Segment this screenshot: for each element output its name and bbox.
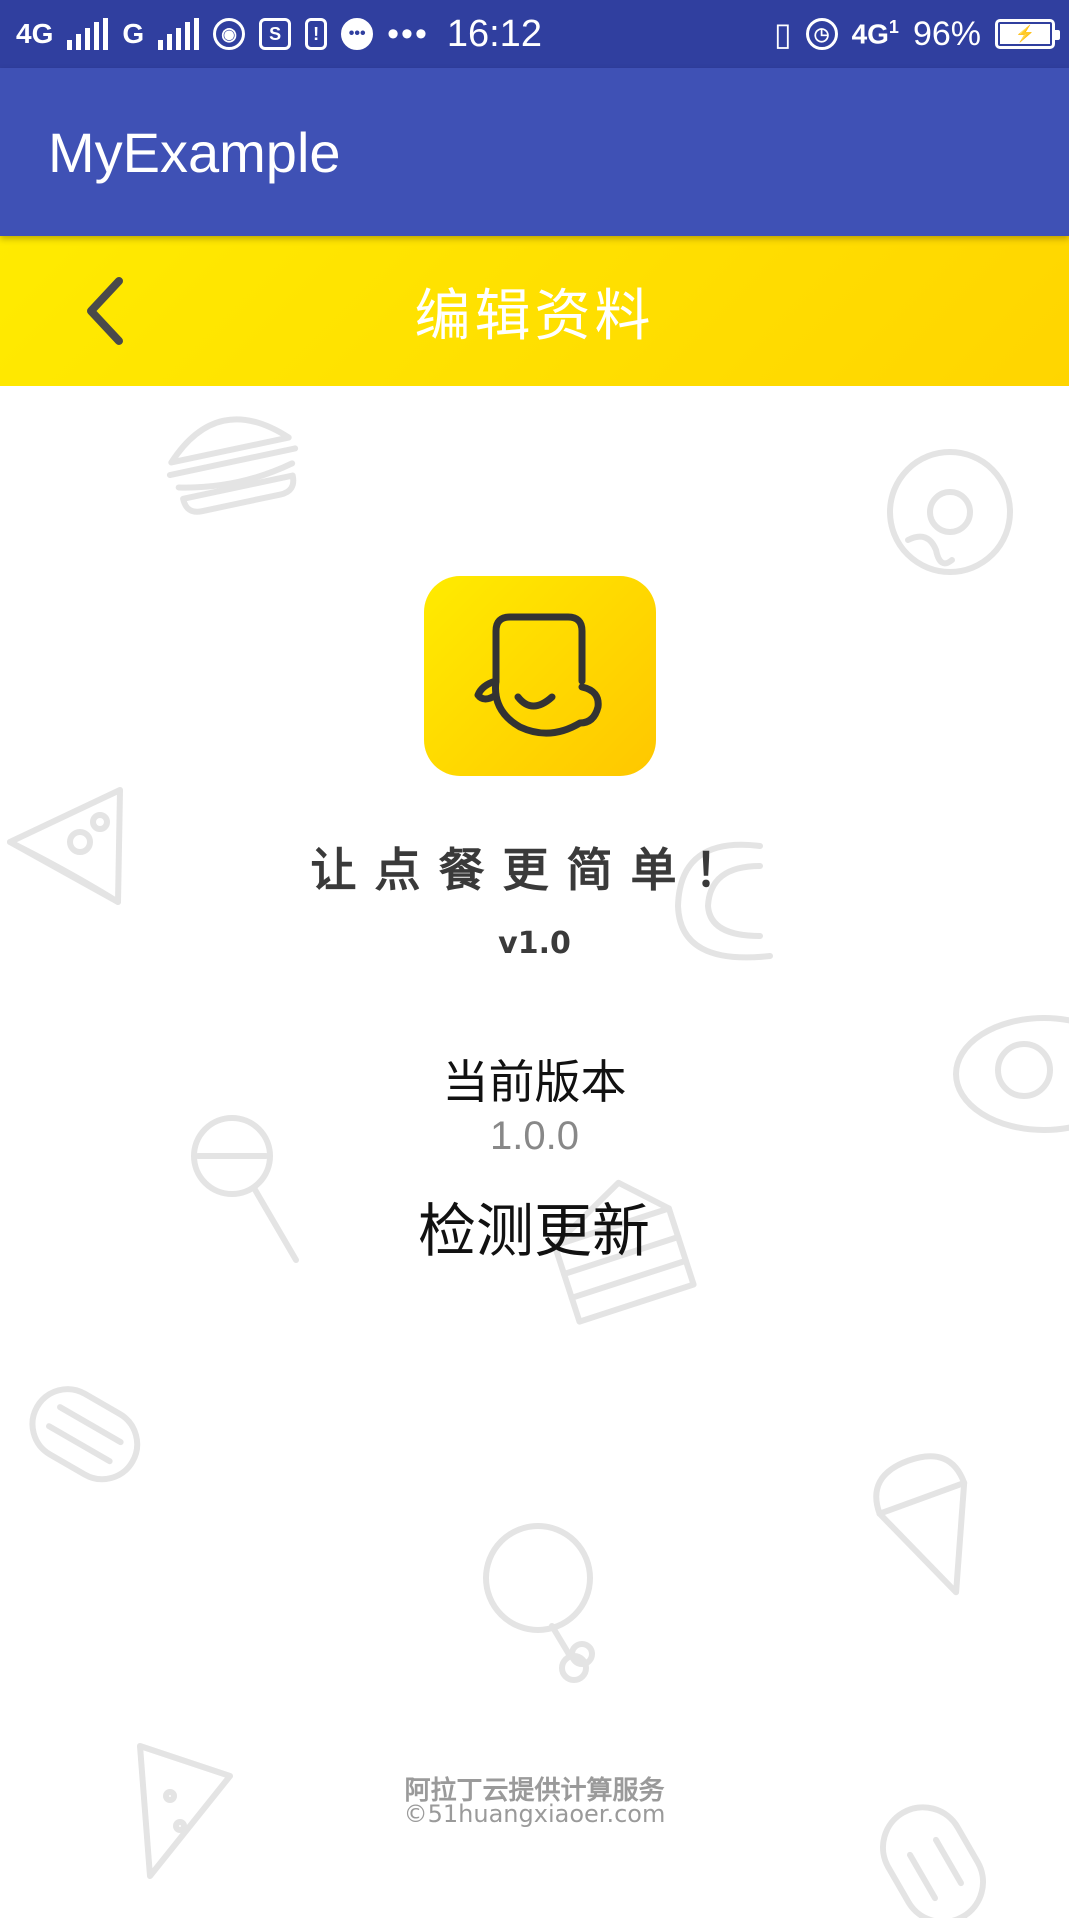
app-slogan: 让点餐更简单！ (310, 843, 759, 897)
more-notifications-icon: ••• (387, 14, 429, 53)
app-title: MyExample (48, 120, 341, 184)
footer-copyright: ©51huangxiaoer.com (403, 1800, 666, 1828)
check-update-button[interactable]: 检测更新 (384, 1184, 684, 1265)
alert-icon: ! (305, 18, 328, 50)
app-logo (424, 576, 656, 776)
chevron-left-icon (87, 277, 123, 345)
signal-icon (67, 18, 109, 50)
charging-icon: ⚡ (1000, 24, 1050, 44)
current-version-value: 1.0.0 (490, 1114, 579, 1158)
signal-icon-2 (158, 18, 200, 50)
battery-icon: ⚡ (995, 19, 1060, 49)
clock: 16:12 (446, 12, 542, 55)
back-button[interactable] (70, 276, 140, 346)
browser-icon: ◉ (213, 18, 246, 50)
app-bar: MyExample (0, 68, 1069, 236)
about-content: 让点餐更简单！ v1.0 当前版本 1.0.0 检测更新 阿拉丁云提供计算服务 … (0, 386, 1069, 1918)
network-type-2: G (122, 18, 145, 49)
status-left: 4G G ◉ S ! ••• ••• 16:12 (16, 13, 542, 56)
current-version-label: 当前版本 (442, 1055, 627, 1109)
chef-face-icon (474, 613, 602, 737)
alarm-icon: ◷ (805, 18, 838, 50)
screenshot-icon: S (259, 18, 292, 50)
page-header: 编辑资料 (0, 236, 1069, 386)
app-version: v1.0 (498, 926, 571, 961)
chat-icon: ••• (341, 18, 374, 50)
sim-index: 1 (888, 17, 899, 38)
status-bar: 4G G ◉ S ! ••• ••• 16:12 ▯ ◷ 4G1 96% ⚡ (0, 0, 1069, 68)
page-title: 编辑资料 (414, 283, 655, 349)
vibrate-icon: ▯ (773, 16, 792, 52)
network-type-1: 4G (16, 18, 54, 49)
status-right: ▯ ◷ 4G1 96% ⚡ (773, 14, 1060, 54)
network-type-3: 4G1 (851, 17, 899, 50)
battery-percent: 96% (912, 14, 981, 53)
